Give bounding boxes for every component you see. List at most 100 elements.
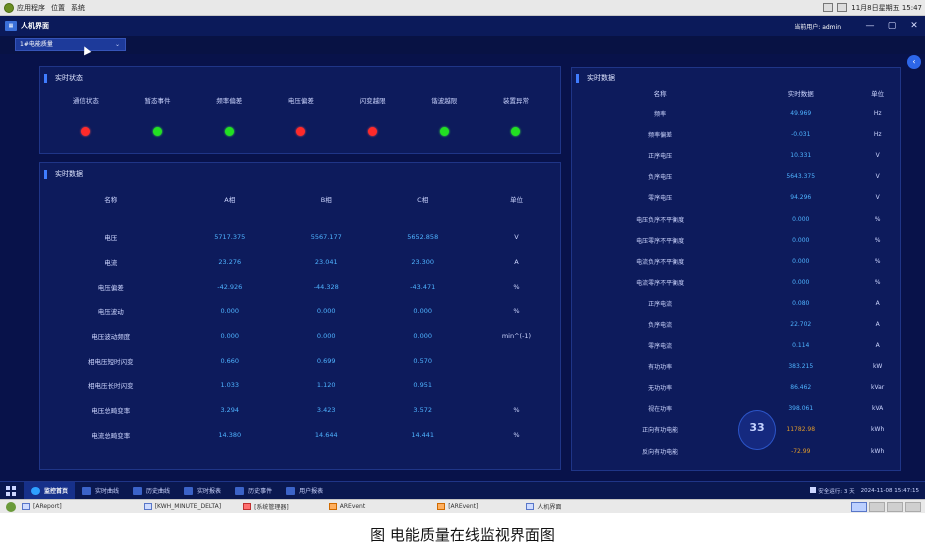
row-name: 负序电压 — [648, 174, 673, 182]
os-logo-icon[interactable] — [4, 2, 14, 13]
table-row: 电压波动 0.000 0.000 0.000% — [40, 299, 562, 324]
table-row: 正序电压 10.331 V — [572, 145, 902, 166]
status-label: 频率偏差 — [216, 97, 243, 105]
row-unit: V — [875, 173, 880, 181]
floating-count-badge[interactable]: 33 — [738, 410, 776, 450]
event-window-icon — [437, 503, 446, 510]
table-row: 正序电流 0.080 A — [572, 293, 902, 314]
row-name: 电压 — [104, 234, 118, 243]
row-name: 零序电流 — [648, 343, 673, 351]
phase-a-value: 3.294 — [220, 406, 240, 415]
status-indicator: 通信状态 — [50, 95, 122, 136]
taskbar-item-arevent[interactable]: AREvent — [328, 503, 365, 510]
row-unit: A — [875, 342, 880, 350]
row-unit: % — [874, 278, 881, 286]
taskbar-item-system-manager[interactable]: [系统管理器] — [243, 502, 289, 511]
phase-b-value: 5567.177 — [310, 233, 342, 242]
row-name: 负序电流 — [648, 321, 673, 329]
taskbar-item-areport[interactable]: [AReport] — [22, 503, 62, 510]
phase-b-value: 0.000 — [316, 332, 336, 341]
nav-item-realtime-curve[interactable]: 实时曲线 — [75, 482, 126, 500]
row-unit: min^(-1) — [501, 332, 532, 341]
row-name: 视在功率 — [648, 406, 673, 414]
row-value: 0.000 — [792, 278, 810, 286]
table-row: 电流负序不平衡度 0.000% — [572, 251, 902, 272]
row-unit: A — [514, 258, 519, 267]
nav-item-history-curve[interactable]: 历史曲线 — [126, 482, 177, 500]
row-name: 电流零序不平衡度 — [636, 279, 685, 287]
taskbar-item-hmi[interactable]: 人机界面 — [526, 502, 561, 511]
nav-item-monitor-home[interactable]: 监控首页 — [24, 481, 76, 500]
taskbar-item-arevent-2[interactable]: [AREvent] — [437, 503, 478, 510]
figure-caption: 图 电能质量在线监视界面图 — [370, 526, 555, 544]
row-unit: kWh — [871, 447, 885, 455]
collapse-panel-button[interactable]: ‹ — [907, 55, 921, 69]
row-unit: % — [513, 430, 520, 439]
status-dot-icon — [296, 127, 306, 136]
status-dot-icon — [368, 127, 378, 136]
row-unit: % — [874, 236, 881, 244]
volume-icon[interactable] — [837, 3, 848, 12]
status-label: 电压偏差 — [287, 97, 314, 105]
table-row: 正向有功电能 11782.98 kWh — [572, 419, 902, 440]
workspace-1[interactable] — [851, 501, 867, 512]
nav-item-label: 监控首页 — [44, 488, 69, 495]
row-name: 正向有功电能 — [642, 427, 679, 435]
taskbar-item-label: [AReport] — [33, 503, 62, 510]
status-label: 谐波越限 — [431, 97, 458, 105]
nav-item-user-report[interactable]: 用户报表 — [279, 482, 330, 500]
os-menu-places[interactable]: 位置 — [51, 3, 65, 13]
panel-title: 实时数据 — [576, 73, 615, 83]
panel-title: 实时状态 — [44, 73, 83, 83]
column-header: B相 — [320, 196, 332, 204]
row-unit: kVA — [871, 405, 884, 413]
os-menu-applications[interactable]: 应用程序 — [17, 3, 45, 13]
show-desktop-icon[interactable] — [6, 501, 16, 512]
workspace-2[interactable] — [869, 501, 885, 512]
row-value: 49.969 — [790, 110, 812, 118]
nav-item-label: 用户报表 — [299, 488, 324, 495]
nav-item-history-events[interactable]: 历史事件 — [228, 482, 279, 500]
row-value: 10.331 — [790, 152, 812, 160]
phase-c-value: 0.000 — [413, 332, 432, 341]
row-value: 5643.375 — [786, 173, 816, 181]
row-name: 反向有功电能 — [642, 448, 679, 456]
row-name: 正序电流 — [648, 300, 673, 308]
column-header: A相 — [224, 196, 236, 204]
workspace-3[interactable] — [887, 501, 903, 512]
row-value: 0.000 — [792, 257, 810, 265]
device-select[interactable]: 1#电能质量 ⌄ — [15, 38, 126, 51]
phase-a-value: 14.380 — [218, 430, 242, 439]
nav-item-label: 历史事件 — [248, 488, 273, 495]
row-value: 0.080 — [792, 299, 810, 307]
status-dot-icon — [439, 127, 449, 136]
realtime-status-panel: 实时状态 通信状态 暂态事件 频率偏差 电压偏差 闪变越限 谐波越限 装置异常 — [39, 66, 561, 154]
minimize-button[interactable]: — — [859, 21, 881, 31]
workspace-4[interactable] — [905, 501, 921, 512]
table-row: 频率 49.969 Hz — [572, 103, 902, 124]
apps-grid-icon[interactable] — [6, 485, 16, 496]
os-tray: 11月8日星期五 15:47 — [823, 3, 925, 13]
row-value: 0.000 — [792, 236, 810, 244]
status-indicator: 暂态事件 — [122, 95, 194, 136]
os-clock[interactable]: 11月8日星期五 15:47 — [851, 3, 922, 13]
selector-bar: 1#电能质量 ⌄ — [0, 36, 925, 54]
taskbar-item-label: 人机界面 — [537, 504, 562, 511]
taskbar-item-kwh[interactable]: [KWH_MINUTE_DELTA] — [143, 503, 222, 510]
restore-button[interactable]: ▢ — [881, 21, 903, 31]
taskbar-item-label: [KWH_MINUTE_DELTA] — [154, 503, 222, 510]
taskbar-item-label: [系统管理器] — [254, 504, 289, 511]
close-button[interactable]: ✕ — [903, 21, 925, 31]
os-menu-system[interactable]: 系统 — [71, 3, 85, 13]
table-row: 频率偏差 -0.031 Hz — [572, 124, 902, 145]
phase-panel-title: 实时数据 — [55, 170, 83, 178]
nav-item-realtime-report[interactable]: 实时报表 — [177, 482, 228, 500]
line-chart-icon — [82, 486, 92, 495]
row-name: 电流 — [104, 259, 118, 268]
user-report-icon — [286, 486, 296, 495]
row-value: 94.296 — [790, 194, 812, 202]
row-unit — [471, 348, 562, 373]
network-icon[interactable] — [823, 3, 834, 12]
phase-b-value: 23.041 — [314, 258, 338, 267]
row-unit: A — [875, 320, 880, 328]
